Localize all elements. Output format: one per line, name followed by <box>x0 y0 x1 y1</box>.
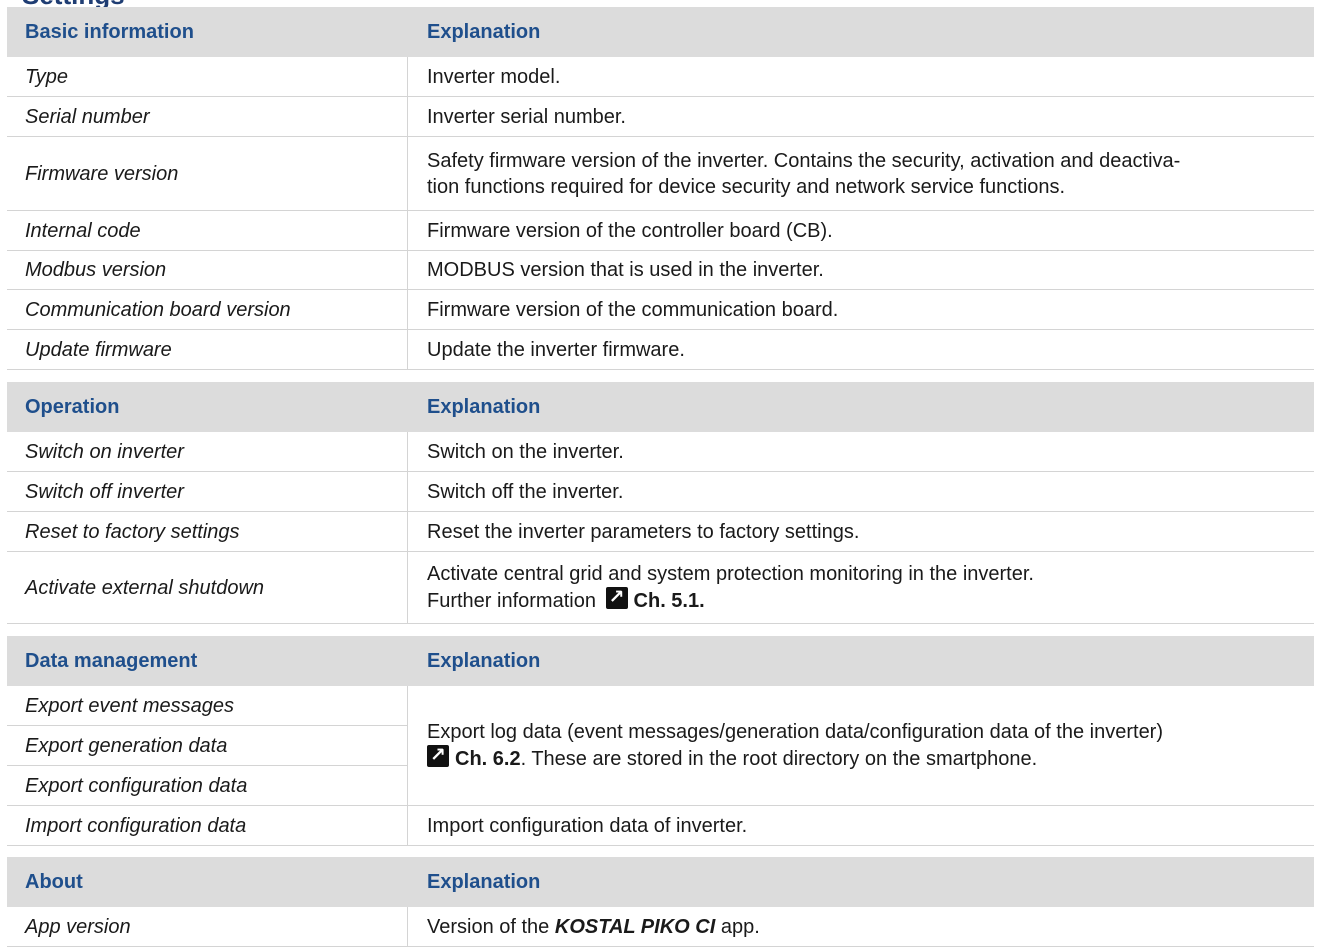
about-header-label: About <box>7 857 408 907</box>
about-header: About Explanation <box>7 857 1314 907</box>
table-row-desc: Activate central grid and system protect… <box>408 552 1314 624</box>
about-header-explanation: Explanation <box>408 857 1314 907</box>
table-row-desc: MODBUS version that is used in the inver… <box>408 251 1314 290</box>
table-row-term: Serial number <box>7 97 408 137</box>
table-row-term: Type <box>7 57 408 97</box>
table-row-desc: Safety firmware version of the inverter.… <box>408 137 1314 211</box>
table-row-desc: Inverter serial number. <box>408 97 1314 137</box>
table-row-term: Reset to factory settings <box>7 512 408 552</box>
table-row-term: Communication board version <box>7 290 408 330</box>
basic-info-header: Basic information Explanation <box>7 7 1314 57</box>
basic-info-table: Type Inverter model. Serial number Inver… <box>7 57 1314 370</box>
desc-prefix: Further information <box>427 590 596 612</box>
about-table: App version Version of the KOSTAL PIKO C… <box>7 907 1314 947</box>
table-row-term: Switch off inverter <box>7 472 408 512</box>
desc-line: Further information ↗ Ch. 5.1. <box>427 587 705 614</box>
table-row-desc: Switch on the inverter. <box>408 432 1314 472</box>
table-row-term: Export event messages <box>7 686 408 726</box>
table-row-desc: Update the inverter firmware. <box>408 330 1314 370</box>
desc-suffix: . These are stored in the root directory… <box>520 748 1038 770</box>
table-row-desc: Version of the KOSTAL PIKO CI app. <box>408 907 1314 947</box>
desc-line: ↗ Ch. 6.2. These are stored in the root d… <box>427 745 1037 772</box>
operation-header: Operation Explanation <box>7 382 1314 432</box>
table-row-desc: Firmware version of the communication bo… <box>408 290 1314 330</box>
table-row-term: Export generation data <box>7 726 408 766</box>
table-row-term: Export configuration data <box>7 766 408 806</box>
table-row-desc: Import configuration data of inverter. <box>408 806 1314 846</box>
chapter-reference-link[interactable]: Ch. 5.1. <box>634 590 705 612</box>
desc-line: Export log data (event messages/generati… <box>427 721 1164 743</box>
table-row-term: Firmware version <box>7 137 408 211</box>
operation-table: Switch on inverter Switch on the inverte… <box>7 432 1314 624</box>
app-name: KOSTAL PIKO CI <box>554 916 716 938</box>
table-row-desc: Inverter model. <box>408 57 1314 97</box>
data-management-header: Data management Explanation <box>7 636 1314 686</box>
desc-line: Activate central grid and system protect… <box>427 563 1034 585</box>
table-row-term: App version <box>7 907 408 947</box>
desc-suffix: app. <box>715 916 760 938</box>
arrow-reference-icon: ↗ <box>605 587 628 609</box>
desc-line: tion functions required for device secur… <box>427 175 1066 198</box>
operation-header-label: Operation <box>7 382 408 432</box>
data-management-header-label: Data management <box>7 636 408 686</box>
arrow-reference-icon: ↗ <box>427 745 449 767</box>
operation-header-explanation: Explanation <box>408 382 1314 432</box>
basic-info-header-label: Basic information <box>7 7 408 57</box>
data-management-table: Export event messages Export log data (e… <box>7 686 1314 846</box>
table-row-term: Update firmware <box>7 330 408 370</box>
basic-info-header-explanation: Explanation <box>408 7 1314 57</box>
table-row-term: Activate external shutdown <box>7 552 408 624</box>
table-row-term: Switch on inverter <box>7 432 408 472</box>
desc-prefix: Version of the <box>427 916 555 938</box>
table-row-term: Internal code <box>7 211 408 251</box>
table-row-desc: Switch off the inverter. <box>408 472 1314 512</box>
table-row-term: Import configuration data <box>7 806 408 846</box>
table-row-desc: Export log data (event messages/generati… <box>408 686 1314 806</box>
table-row-term: Modbus version <box>7 251 408 290</box>
table-row-desc: Reset the inverter parameters to factory… <box>408 512 1314 552</box>
desc-line: Safety firmware version of the inverter.… <box>427 149 1181 172</box>
chapter-reference-link[interactable]: Ch. 6.2 <box>455 748 521 770</box>
table-row-desc: Firmware version of the controller board… <box>408 211 1314 251</box>
data-management-header-explanation: Explanation <box>408 636 1314 686</box>
